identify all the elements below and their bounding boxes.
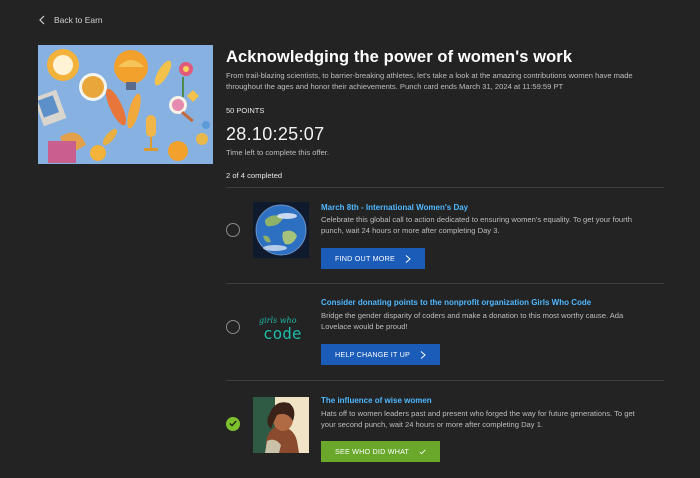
- item-description: Celebrate this global call to action ded…: [321, 215, 633, 235]
- offer-description: From trail-blazing scientists, to barrie…: [226, 71, 633, 91]
- countdown-timer: 28.10:25:07: [226, 124, 325, 144]
- see-who-did-what-button[interactable]: SEE WHO DID WHAT: [321, 441, 441, 462]
- chevron-right-icon: [405, 254, 411, 263]
- back-to-earn-link[interactable]: Back to Earn: [38, 15, 103, 25]
- checkmark-icon: [226, 417, 240, 431]
- chevron-left-icon: [39, 15, 45, 25]
- item-title[interactable]: March 8th - International Women's Day: [321, 203, 468, 212]
- offer-title: Acknowledging the power of women's work: [226, 48, 573, 66]
- hero-illustration: [38, 45, 213, 164]
- woman-portrait-icon: [253, 397, 309, 453]
- girls-who-code-logo: girls who code: [253, 299, 309, 355]
- chevron-right-icon: [420, 350, 426, 359]
- item-description: Hats off to women leaders past and prese…: [321, 409, 635, 429]
- help-change-it-up-button[interactable]: HELP CHANGE IT UP: [321, 344, 441, 365]
- item-title[interactable]: The influence of wise women: [321, 396, 432, 405]
- back-label: Back to Earn: [54, 15, 103, 25]
- svg-text:code: code: [263, 324, 302, 343]
- earth-icon: [253, 202, 309, 258]
- timer-label: Time left to complete this offer.: [226, 148, 329, 157]
- progress-text: 2 of 4 completed: [226, 171, 283, 180]
- list-item: girls who code Consider donating points …: [226, 283, 664, 379]
- button-label: SEE WHO DID WHAT: [335, 447, 410, 456]
- button-label: HELP CHANGE IT UP: [335, 350, 411, 359]
- list-item: The influence of wise women Hats off to …: [226, 380, 664, 478]
- find-out-more-button[interactable]: FIND OUT MORE: [321, 248, 425, 269]
- item-title[interactable]: Consider donating points to the nonprofi…: [321, 298, 591, 307]
- incomplete-radio-icon: [226, 223, 240, 237]
- item-description: Bridge the gender disparity of coders an…: [321, 311, 624, 331]
- button-label: FIND OUT MORE: [335, 254, 395, 263]
- offer-points: 50 POINTS: [226, 106, 265, 115]
- incomplete-radio-icon: [226, 320, 240, 334]
- list-item: March 8th - International Women's Day Ce…: [226, 187, 664, 283]
- checkmark-icon: [419, 449, 426, 454]
